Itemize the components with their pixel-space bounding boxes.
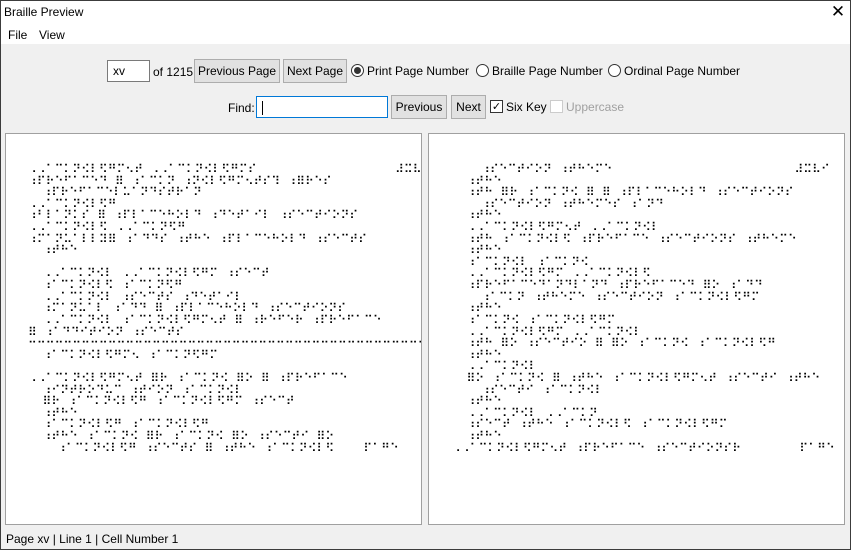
six-key-label[interactable]: Six Key xyxy=(506,100,547,114)
ordinal-page-number-label[interactable]: Ordinal Page Number xyxy=(624,64,740,78)
braille-line: ⠰⠍⠁⠝⠥⠁⠇⠇⠽⠿ ⠰⠁⠙⠙⠎ ⠰⠞⠓⠑ ⠰⠏⠇⠁⠉⠑⠓⠕⠇⠙ ⠰⠎⠑⠉⠞⠎ xyxy=(28,231,368,246)
next-page-button[interactable]: Next Page xyxy=(283,59,347,83)
page-count-label: of 1215 xyxy=(153,65,194,79)
braille-line: ⠰⠞⠓ ⠿⠕ ⠰⠎⠑⠉⠞⠊⠕ ⠿ ⠿⠕ ⠰⠁⠉⠅⠝⠪ ⠰⠁⠉⠅⠝⠪⠇⠫⠛ xyxy=(452,336,776,351)
braille-line: ⠰⠁⠉⠅⠝⠪⠇⠫⠛ ⠰⠎⠑⠉⠞⠎ ⠿ ⠰⠞⠓⠑ ⠰⠁⠉⠅⠝⠪⠇⠫ ⠏⠁⠛⠑ xyxy=(28,440,399,455)
right-page-lines: ⠰⠎⠑⠉⠞⠊⠕⠝ ⠰⠞⠓⠑⠍⠑ ⠼⠭⠧⠊ ⠰⠞⠓⠑ ⠰⠞⠓ ⠿⠗ ⠰⠁⠉⠅⠝⠪ … xyxy=(452,162,835,455)
braille-line: ⠰⠞⠓⠑ xyxy=(28,243,78,258)
find-next-button[interactable]: Next xyxy=(451,95,486,119)
previous-page-button[interactable]: Previous Page xyxy=(194,59,280,83)
braille-line: ⠿⠗ ⠰⠁⠉⠅⠝⠪⠇⠫⠛ ⠰⠁⠉⠅⠝⠪⠇⠫⠛⠍ ⠰⠎⠑⠉⠞ xyxy=(28,394,295,409)
uppercase-label: Uppercase xyxy=(566,100,625,114)
braille-line: ⠰⠎⠑⠉⠞⠊⠕⠝ ⠰⠞⠓⠑⠍⠑ ⠼⠭⠧⠊ xyxy=(452,162,830,176)
braille-page-number-radio[interactable] xyxy=(476,64,489,77)
six-key-checkbox[interactable]: ✓ xyxy=(490,100,503,113)
left-page-lines: ⠠⠠⠁⠉⠅⠝⠪⠇⠫⠛⠍⠢⠞ ⠠⠠⠁⠉⠅⠝⠪⠇⠫⠛⠍⠎ ⠼⠭⠧ ⠰⠏⠗⠑⠋⠁⠉⠑⠙ … xyxy=(28,163,421,455)
status-bar-text: Page xv | Line 1 | Cell Number 1 xyxy=(6,532,179,546)
braille-line: ⠠⠠⠁⠉⠅⠝⠪⠇⠫⠛⠍⠢⠞ ⠰⠏⠗⠑⠋⠁⠉⠑ ⠰⠎⠑⠉⠞⠊⠕⠝⠎⠗ ⠏⠁⠛⠑ xyxy=(452,440,835,455)
print-page-number-radio[interactable] xyxy=(351,64,364,77)
braille-line: ⠰⠞⠓ ⠰⠁⠉⠅⠝⠪⠇⠫ ⠰⠏⠗⠑⠋⠁⠉⠑ ⠰⠎⠑⠉⠞⠊⠕⠝⠎ ⠰⠞⠓⠑⠍⠑ xyxy=(452,231,797,246)
text-cursor xyxy=(262,100,263,115)
left-braille-page[interactable]: ⠠⠠⠁⠉⠅⠝⠪⠇⠫⠛⠍⠢⠞ ⠠⠠⠁⠉⠅⠝⠪⠇⠫⠛⠍⠎ ⠼⠭⠧ ⠰⠏⠗⠑⠋⠁⠉⠑⠙ … xyxy=(5,133,422,525)
menu-view[interactable]: View xyxy=(39,28,65,42)
braille-page-number-label[interactable]: Braille Page Number xyxy=(492,64,603,78)
menu-bar: File View xyxy=(1,23,850,44)
page-number-input[interactable]: xv xyxy=(107,60,150,82)
braille-line: ⠰⠎⠑⠉⠞ ⠰⠞⠓⠑ ⠰⠁⠉⠅⠝⠪⠇⠫ ⠰⠁⠉⠅⠝⠪⠇⠫⠛⠍ xyxy=(452,417,728,432)
find-label: Find: xyxy=(228,101,255,115)
window-title: Braille Preview xyxy=(4,5,84,19)
braille-line: ⠰⠎⠑⠉⠞⠊ ⠰⠁⠉⠅⠝⠪⠇ xyxy=(452,382,604,397)
find-previous-button[interactable]: Previous xyxy=(391,95,447,119)
braille-preview-window: Braille Preview ✕ File View xv of 1215 P… xyxy=(0,0,851,550)
right-braille-page[interactable]: ⠰⠎⠑⠉⠞⠊⠕⠝ ⠰⠞⠓⠑⠍⠑ ⠼⠭⠧⠊ ⠰⠞⠓⠑ ⠰⠞⠓ ⠿⠗ ⠰⠁⠉⠅⠝⠪ … xyxy=(428,133,845,525)
close-icon[interactable]: ✕ xyxy=(827,2,849,22)
braille-line: ⠰⠁⠉⠅⠝⠪⠇⠫⠛⠍⠢ ⠰⠁⠉⠅⠝⠫⠛⠍ xyxy=(28,347,219,362)
menu-file[interactable]: File xyxy=(8,28,27,42)
braille-line: ⠰⠎⠑⠉⠞⠊⠕⠝ ⠰⠞⠓⠑⠍⠑⠎ ⠰⠁⠝⠙ xyxy=(452,196,664,211)
title-bar: Braille Preview ✕ xyxy=(1,1,850,23)
uppercase-checkbox xyxy=(550,100,563,113)
braille-line: ⠰⠁⠉⠅⠝ ⠰⠞⠓⠑⠍⠑ ⠰⠎⠑⠉⠞⠊⠕⠝ ⠰⠁⠉⠅⠝⠪⠇⠫⠛⠍ xyxy=(452,289,760,304)
find-input[interactable] xyxy=(256,96,388,118)
print-page-number-label[interactable]: Print Page Number xyxy=(367,64,469,78)
ordinal-page-number-radio[interactable] xyxy=(608,64,621,77)
